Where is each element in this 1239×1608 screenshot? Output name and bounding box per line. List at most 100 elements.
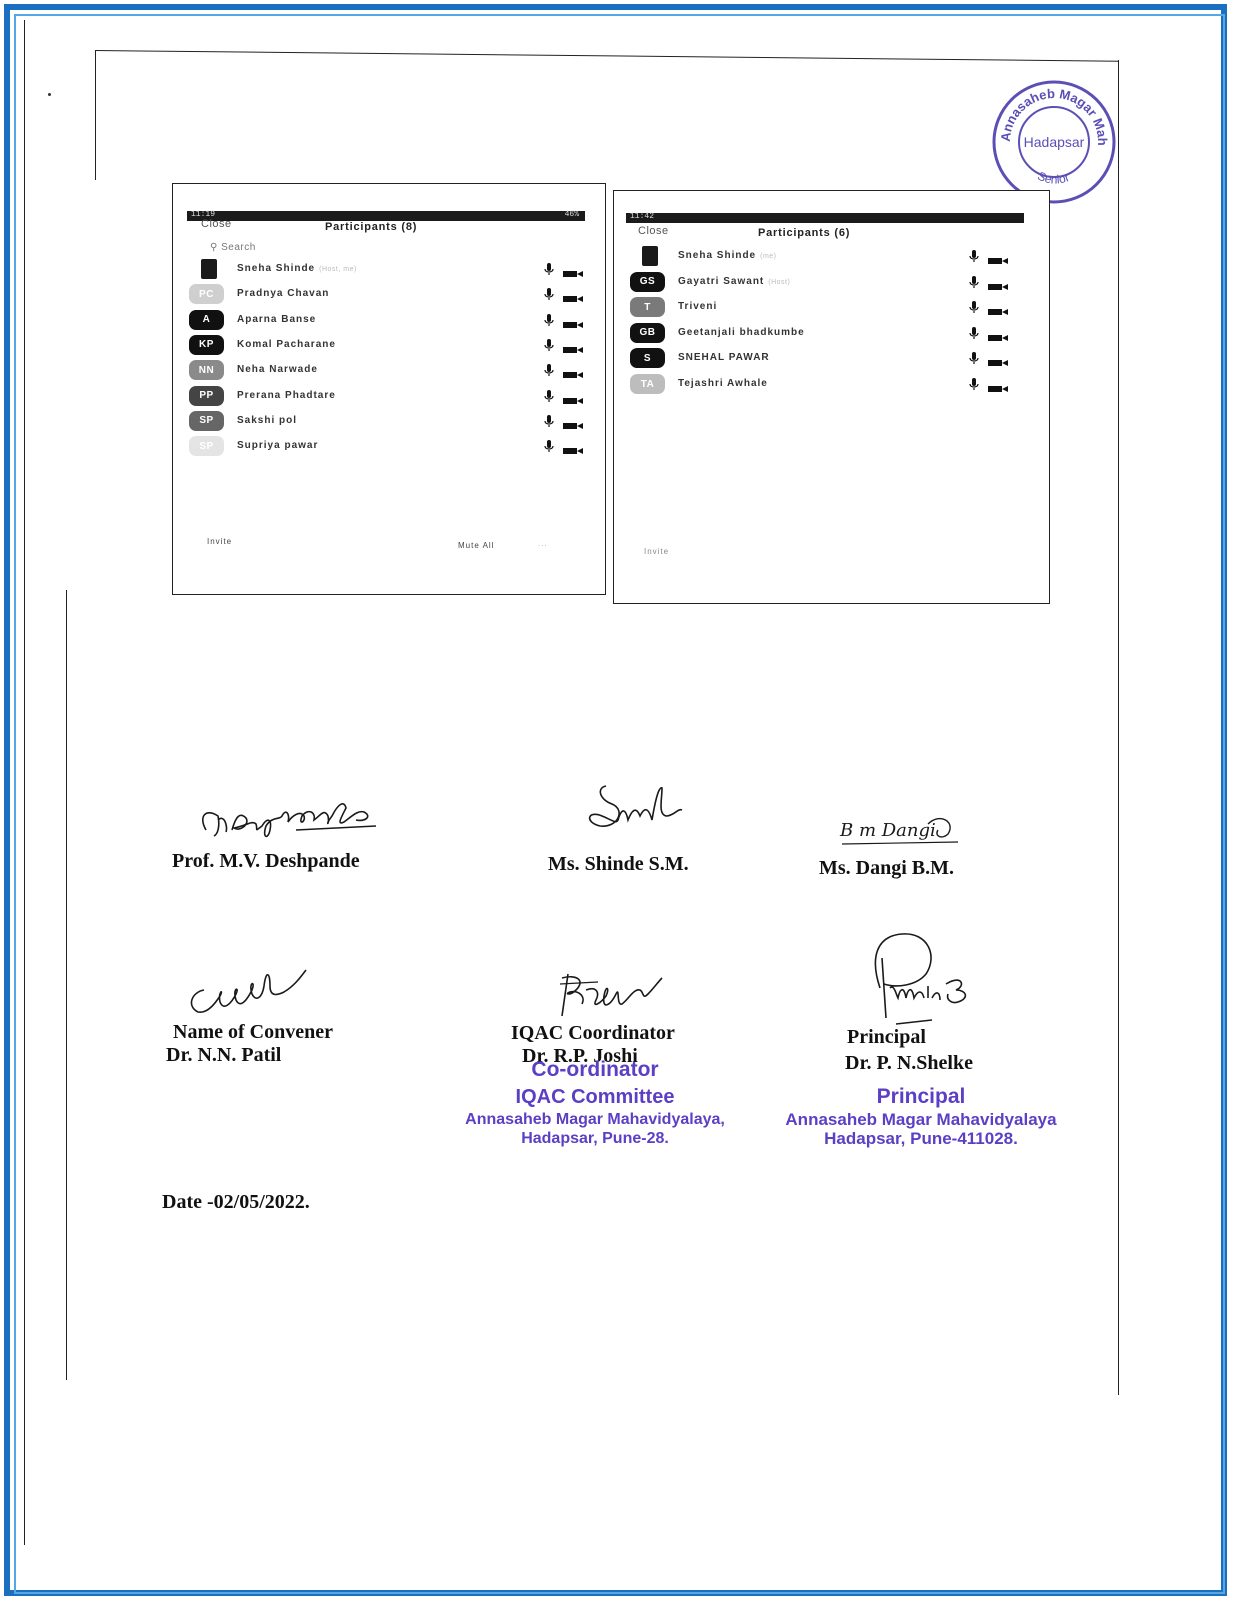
principal-role: Principal bbox=[847, 1026, 926, 1048]
deshpande-name: Prof. M.V. Deshpande bbox=[172, 850, 360, 872]
microphone-icon[interactable] bbox=[543, 287, 555, 301]
microphone-icon[interactable] bbox=[543, 338, 555, 352]
microphone-icon[interactable] bbox=[543, 262, 555, 276]
participant-name-text: Sneha Shinde bbox=[237, 263, 316, 274]
iqac-stamp-line4: Hadapsar, Pune-28. bbox=[521, 1130, 669, 1147]
close-button[interactable]: Close bbox=[638, 225, 669, 237]
participants-title: Participants (6) bbox=[758, 227, 851, 239]
participant-role-tag: (Host) bbox=[768, 278, 791, 286]
convener-name: Dr. N.N. Patil bbox=[166, 1044, 282, 1066]
iqac-stamp-line3: Annasaheb Magar Mahavidyalaya, bbox=[465, 1111, 725, 1128]
participant-name: Supriya pawar bbox=[237, 440, 318, 451]
participant-row[interactable]: TA Tejashri Awhale bbox=[630, 374, 1030, 396]
search-field[interactable]: ⚲ Search bbox=[210, 242, 256, 253]
participant-name-text: SNEHAL PAWAR bbox=[678, 352, 770, 364]
microphone-icon[interactable] bbox=[543, 439, 555, 453]
video-camera-icon[interactable] bbox=[563, 392, 583, 404]
participant-row[interactable]: NN Neha Narwade bbox=[189, 360, 589, 382]
convener-role: Name of Convener bbox=[173, 1021, 333, 1043]
scan-speck bbox=[48, 93, 51, 96]
document-date: Date -02/05/2022. bbox=[162, 1191, 310, 1213]
signature-patil bbox=[190, 969, 307, 1013]
participant-avatar: KP bbox=[189, 334, 224, 355]
invite-button[interactable]: Invite bbox=[644, 547, 669, 556]
participant-name: Pradnya Chavan bbox=[237, 288, 329, 299]
microphone-icon[interactable] bbox=[968, 300, 980, 314]
participant-avatar: S bbox=[630, 348, 665, 369]
participant-name-text: Aparna Banse bbox=[237, 313, 317, 325]
search-placeholder: Search bbox=[221, 242, 256, 253]
participant-row[interactable]: T Triveni bbox=[630, 297, 1030, 319]
invite-button[interactable]: Invite bbox=[207, 537, 232, 546]
participant-row[interactable]: GS Gayatri Sawant (Host) bbox=[630, 271, 1030, 294]
video-camera-icon[interactable] bbox=[988, 354, 1008, 367]
college-round-stamp: Annasaheb Magar Mahavidyalaya Hadapsar S… bbox=[990, 78, 1116, 204]
more-button[interactable]: ... bbox=[538, 539, 548, 548]
microphone-icon[interactable] bbox=[968, 249, 980, 263]
participant-avatar: SP bbox=[189, 436, 224, 457]
participant-row[interactable]: A Aparna Banse bbox=[189, 309, 589, 332]
participant-row[interactable]: PC Pradnya Chavan bbox=[189, 284, 589, 306]
status-time: 11:42 bbox=[630, 212, 655, 221]
participant-avatar: GS bbox=[630, 271, 665, 292]
participant-role-tag: (me) bbox=[760, 253, 777, 260]
participant-row[interactable]: SP Supriya pawar bbox=[189, 436, 589, 458]
participant-role-tag: (Host, me) bbox=[319, 266, 357, 273]
video-camera-icon[interactable] bbox=[563, 366, 583, 379]
participant-row[interactable]: Sneha Shinde (Host, me) bbox=[189, 259, 589, 281]
video-camera-icon[interactable] bbox=[563, 442, 583, 455]
participant-row[interactable]: SP Sakshi pol bbox=[189, 410, 589, 433]
participant-name: Geetanjali bhadkumbe bbox=[678, 327, 805, 338]
scan-edge-left bbox=[24, 20, 25, 1545]
video-camera-icon[interactable] bbox=[988, 252, 1008, 264]
participant-name-text: Prerana Phadtare bbox=[237, 389, 336, 401]
video-camera-icon[interactable] bbox=[988, 329, 1008, 341]
video-camera-icon[interactable] bbox=[563, 290, 583, 303]
video-camera-icon[interactable] bbox=[563, 417, 583, 429]
participant-avatar: NN bbox=[189, 360, 224, 381]
paper-edge-left-lower bbox=[66, 590, 67, 1380]
status-bar: 11:19 46% bbox=[187, 210, 585, 221]
microphone-icon[interactable] bbox=[543, 389, 555, 403]
microphone-icon[interactable] bbox=[968, 275, 980, 289]
participants-screenshot-right: 11:42 Close Participants (6) Sneha Shind… bbox=[613, 190, 1050, 604]
participant-name-text: Komal Pacharane bbox=[237, 338, 336, 350]
participant-row[interactable]: KP Komal Pacharane bbox=[189, 334, 589, 357]
participant-name-text: Triveni bbox=[678, 301, 718, 313]
video-camera-icon[interactable] bbox=[563, 341, 583, 353]
participant-row[interactable]: PP Prerana Phadtare bbox=[189, 385, 589, 408]
video-camera-icon[interactable] bbox=[988, 278, 1008, 290]
microphone-icon[interactable] bbox=[543, 414, 555, 428]
participant-name-text: Gayatri Sawant bbox=[678, 275, 765, 287]
microphone-icon[interactable] bbox=[968, 326, 980, 340]
svg-text:B m Dangi: B m Dangi bbox=[839, 820, 936, 841]
microphone-icon[interactable] bbox=[543, 363, 555, 377]
video-camera-icon[interactable] bbox=[563, 316, 583, 328]
dangi-name: Ms. Dangi B.M. bbox=[819, 857, 954, 879]
microphone-icon[interactable] bbox=[968, 377, 980, 391]
video-camera-icon[interactable] bbox=[563, 265, 583, 277]
microphone-icon[interactable] bbox=[543, 313, 555, 327]
participants-screenshot-left: 11:19 46% Close Participants (8) ⚲ Searc… bbox=[172, 183, 606, 595]
microphone-icon[interactable] bbox=[968, 351, 980, 365]
mute-all-button[interactable]: Mute All bbox=[458, 541, 494, 550]
battery-status: 46% bbox=[564, 210, 579, 219]
iqac-stamp-line1: Co-ordinator bbox=[531, 1058, 659, 1081]
signature-shinde bbox=[588, 785, 683, 827]
participant-name-text: Geetanjali bhadkumbe bbox=[678, 326, 805, 338]
principal-stamp-line1: Principal bbox=[876, 1085, 966, 1108]
participant-row[interactable]: GB Geetanjali bhadkumbe bbox=[630, 322, 1030, 345]
stamp-bottom-text: Senior bbox=[1035, 169, 1071, 187]
participant-row[interactable]: S SNEHAL PAWAR bbox=[630, 348, 1030, 370]
participant-name: Prerana Phadtare bbox=[237, 390, 336, 401]
participant-avatar: SP bbox=[189, 410, 224, 431]
participant-avatar: A bbox=[189, 309, 224, 330]
participant-row[interactable]: Sneha Shinde (me) bbox=[630, 246, 1030, 268]
participant-avatar: GB bbox=[630, 322, 665, 343]
close-button[interactable]: Close bbox=[201, 218, 232, 230]
video-camera-icon[interactable] bbox=[988, 303, 1008, 316]
participant-avatar: TA bbox=[630, 374, 665, 394]
paper-edge-left bbox=[95, 50, 96, 180]
video-camera-icon[interactable] bbox=[988, 380, 1008, 392]
principal-name: Dr. P. N.Shelke bbox=[845, 1052, 973, 1074]
